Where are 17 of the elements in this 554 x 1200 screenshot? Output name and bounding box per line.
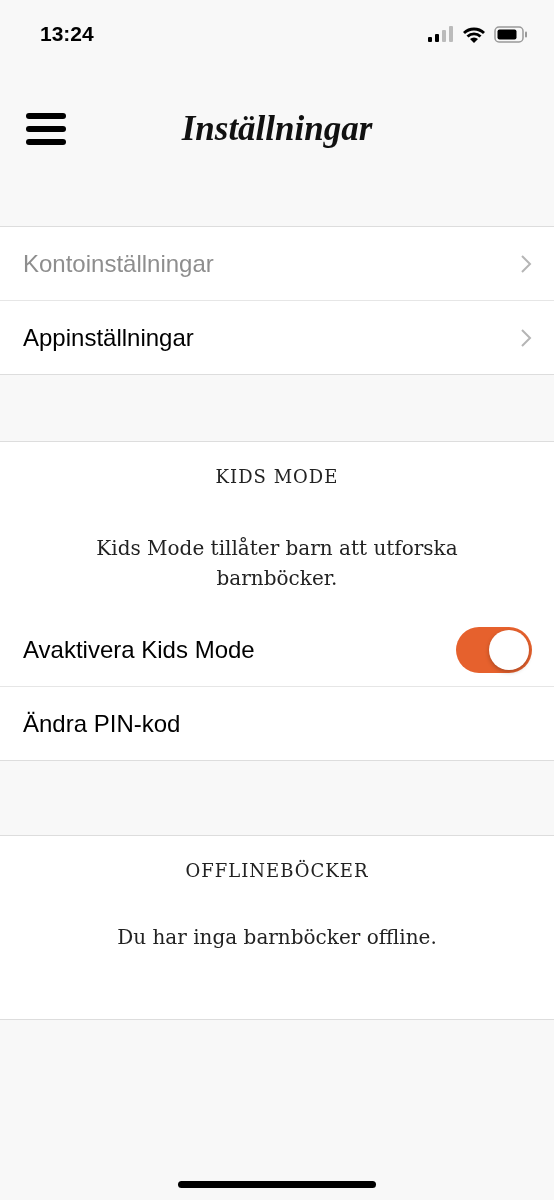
signal-icon <box>428 26 454 42</box>
toggle-label: Avaktivera Kids Mode <box>23 635 255 664</box>
status-time: 13:24 <box>40 22 94 46</box>
kids-mode-switch[interactable] <box>456 626 532 673</box>
settings-row[interactable]: Appinställningar <box>0 301 554 374</box>
pin-row[interactable]: Ändra PIN-kod <box>0 687 554 760</box>
section-heading: KIDS MODE <box>214 465 340 487</box>
menu-icon <box>26 113 66 145</box>
wifi-icon <box>462 25 486 43</box>
empty-message: Du har inga barnböcker offline. <box>116 925 438 949</box>
battery-icon <box>494 25 528 43</box>
section-description: Kids Mode tillåter barn att utforska barnböcker. <box>95 535 459 592</box>
section-heading: OFFLINEBÖCKER <box>184 859 370 881</box>
chevron-icon <box>520 327 532 348</box>
menu-button[interactable] <box>26 113 66 145</box>
chevron-icon <box>520 253 532 274</box>
page-title: Inställningar <box>181 109 373 149</box>
